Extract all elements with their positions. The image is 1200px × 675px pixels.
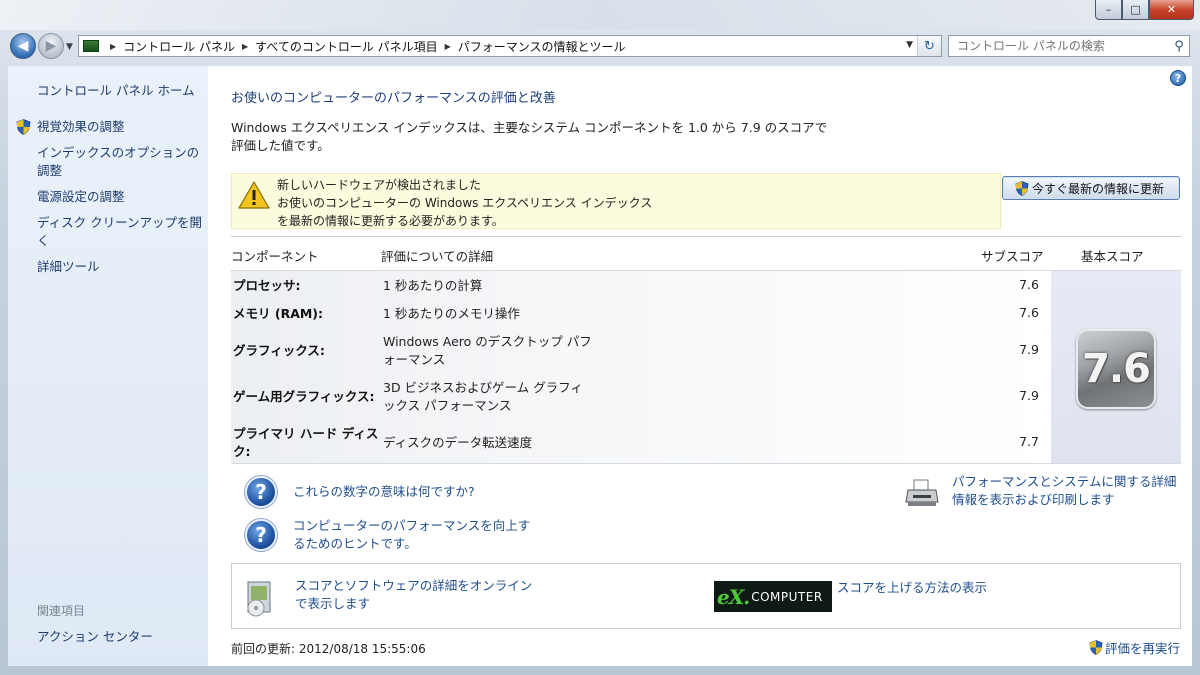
component-detail: 3D ビジネスおよびゲーム グラフィックス パフォーマンス — [383, 380, 583, 413]
base-score-value: 7.6 — [1082, 346, 1151, 392]
raise-score-link[interactable]: スコアを上げる方法の表示 — [837, 579, 987, 597]
ex-computer-banner[interactable]: eX. COMPUTER — [714, 581, 832, 612]
score-table: プロセッサ: 1 秒あたりの計算 7.6 メモリ (RAM): 1 秒あたりのメ… — [231, 270, 1051, 464]
breadcrumb-separator[interactable]: ▶ — [445, 42, 451, 51]
alert-heading: 新しいハードウェアが検出されました — [277, 178, 482, 192]
sidebar-item-advanced-tools[interactable]: 詳細ツール — [37, 258, 203, 276]
refresh-icon: ↻ — [924, 38, 935, 54]
uac-shield-icon — [16, 119, 31, 135]
close-button[interactable]: ✕ — [1149, 0, 1194, 20]
back-button[interactable]: ◀ — [10, 33, 36, 59]
subscore-value: 7.9 — [1019, 342, 1039, 357]
forward-button[interactable]: ▶ — [38, 33, 64, 59]
control-panel-icon — [83, 40, 99, 52]
minimize-button[interactable]: – — [1095, 0, 1122, 20]
breadcrumb-all-items[interactable]: すべてのコントロール パネル項目 — [255, 38, 438, 55]
breadcrumb-control-panel[interactable]: コントロール パネル — [123, 38, 235, 55]
component-detail: ディスクのデータ転送速度 — [383, 435, 533, 450]
arrow-left-icon: ◀ — [17, 38, 29, 54]
new-hardware-alert: 新しいハードウェアが検出されました お使いのコンピューターの Windows エ… — [231, 173, 1001, 229]
table-row-gaming-graphics: ゲーム用グラフィックス: 3D ビジネスおよびゲーム グラフィックス パフォーマ… — [231, 379, 1051, 417]
software-box-icon — [247, 581, 271, 617]
ex-logo-text: eX. — [717, 584, 750, 609]
base-score-panel: 7.6 — [1051, 270, 1181, 464]
subscore-value: 7.6 — [1019, 305, 1039, 320]
search-box[interactable]: ⚲ — [948, 35, 1190, 57]
component-detail: 1 秒あたりの計算 — [383, 278, 483, 293]
sidebar-item-disk-cleanup[interactable]: ディスク クリーンアップを開く — [37, 214, 203, 250]
subscore-value: 7.9 — [1019, 388, 1039, 403]
arrow-right-icon: ▶ — [45, 38, 57, 54]
maximize-button[interactable]: □ — [1122, 0, 1149, 20]
component-name: グラフィックス: — [233, 343, 325, 358]
left-navigation-pane: コントロール パネル ホーム 視覚効果の調整 インデックスのオプションの調整 電… — [8, 66, 208, 666]
search-input[interactable] — [949, 36, 1169, 56]
base-score-badge: 7.6 — [1076, 329, 1156, 409]
alert-text: 新しいハードウェアが検出されました お使いのコンピューターの Windows エ… — [277, 176, 657, 230]
help-icon[interactable]: ? — [1170, 70, 1186, 86]
breadcrumb-separator[interactable]: ▶ — [242, 42, 248, 51]
uac-shield-icon — [1089, 640, 1103, 655]
table-row-hard-disk: プライマリ ハード ディスク: ディスクのデータ転送速度 7.7 — [231, 425, 1051, 463]
last-update-text: 前回の更新: 2012/08/18 15:55:06 — [231, 642, 426, 656]
table-row-memory: メモリ (RAM): 1 秒あたりのメモリ操作 7.6 — [231, 305, 1051, 327]
rerun-label: 評価を再実行 — [1104, 641, 1180, 656]
header-detail: 評価についての詳細 — [381, 249, 494, 264]
rerun-assessment-link[interactable]: 評価を再実行 — [1089, 638, 1180, 657]
sidebar-item-indexing-options[interactable]: インデックスのオプションの調整 — [37, 144, 203, 180]
computer-logo-text: COMPUTER — [751, 589, 823, 604]
refresh-button[interactable]: ↻ — [917, 36, 941, 56]
refresh-now-label: 今すぐ最新の情報に更新 — [1032, 181, 1165, 196]
component-name: プライマリ ハード ディスク: — [233, 426, 379, 459]
breadcrumb-separator[interactable]: ▶ — [110, 42, 116, 51]
search-icon[interactable]: ⚲ — [1169, 39, 1189, 54]
sidebar-item-action-center[interactable]: アクション センター — [37, 628, 203, 646]
score-table-header: コンポーネント 評価についての詳細 サブスコア 基本スコア — [231, 238, 1181, 270]
divider — [231, 236, 1181, 237]
print-details-link[interactable]: パフォーマンスとシステムに関する詳細情報を表示および印刷します — [952, 473, 1184, 509]
header-base-score: 基本スコア — [1081, 249, 1144, 264]
sidebar-item-control-panel-home[interactable]: コントロール パネル ホーム — [37, 82, 203, 100]
performance-tips-link[interactable]: コンピューターのパフォーマンスを向上するためのヒントです。 — [293, 517, 533, 553]
component-name: プロセッサ: — [233, 278, 301, 293]
online-details-link[interactable]: スコアとソフトウェアの詳細をオンラインで表示します — [295, 577, 535, 613]
caption-buttons: – □ ✕ — [1095, 0, 1194, 20]
related-heading: 関連項目 — [37, 604, 86, 618]
subscore-value: 7.7 — [1019, 434, 1039, 449]
sidebar-item-power-settings[interactable]: 電源設定の調整 — [37, 188, 203, 206]
address-bar[interactable]: ▶ コントロール パネル ▶ すべてのコントロール パネル項目 ▶ パフォーマン… — [78, 35, 942, 57]
table-row-processor: プロセッサ: 1 秒あたりの計算 7.6 — [231, 277, 1051, 299]
title-bar: – □ ✕ — [0, 0, 1200, 30]
uac-shield-icon — [1015, 180, 1029, 196]
question-icon[interactable]: ? — [245, 519, 277, 551]
main-content: ? お使いのコンピューターのパフォーマンスの評価と改善 Windows エクスペ… — [208, 66, 1192, 666]
recent-pages-dropdown[interactable]: ▼ — [66, 42, 73, 52]
question-icon[interactable]: ? — [245, 476, 277, 508]
refresh-now-button[interactable]: 今すぐ最新の情報に更新 — [1002, 176, 1180, 200]
component-name: ゲーム用グラフィックス: — [233, 389, 375, 404]
breadcrumb-performance[interactable]: パフォーマンスの情報とツール — [458, 38, 626, 55]
window-frame: – □ ✕ ◀ ▶ ▼ ▶ コントロール パネル ▶ すべてのコントロール パネ… — [0, 0, 1200, 675]
component-name: メモリ (RAM): — [233, 306, 324, 321]
intro-text: Windows エクスペリエンス インデックスは、主要なシステム コンポーネント… — [231, 120, 828, 153]
sidebar-item-visual-effects[interactable]: 視覚効果の調整 — [37, 118, 203, 136]
table-row-graphics: グラフィックス: Windows Aero のデスクトップ パフォーマンス 7.… — [231, 333, 1051, 371]
navigation-bar: ◀ ▶ ▼ ▶ コントロール パネル ▶ すべてのコントロール パネル項目 ▶ … — [0, 30, 1200, 64]
printer-icon[interactable] — [905, 478, 939, 508]
header-subscore: サブスコア — [981, 249, 1044, 264]
address-dropdown-icon[interactable]: ▼ — [906, 40, 913, 50]
component-detail: 1 秒あたりのメモリ操作 — [383, 306, 520, 321]
subscore-value: 7.6 — [1019, 277, 1039, 292]
component-detail: Windows Aero のデスクトップ パフォーマンス — [383, 334, 592, 367]
what-numbers-mean-link[interactable]: これらの数字の意味は何ですか? — [293, 483, 475, 501]
header-component: コンポーネント — [231, 249, 319, 264]
alert-body: お使いのコンピューターの Windows エクスペリエンス インデックスを最新の… — [277, 196, 653, 228]
page-title: お使いのコンピューターのパフォーマンスの評価と改善 — [231, 91, 556, 106]
online-resources-box: スコアとソフトウェアの詳細をオンラインで表示します eX. COMPUTER ス… — [231, 563, 1181, 629]
warning-icon — [238, 181, 270, 209]
